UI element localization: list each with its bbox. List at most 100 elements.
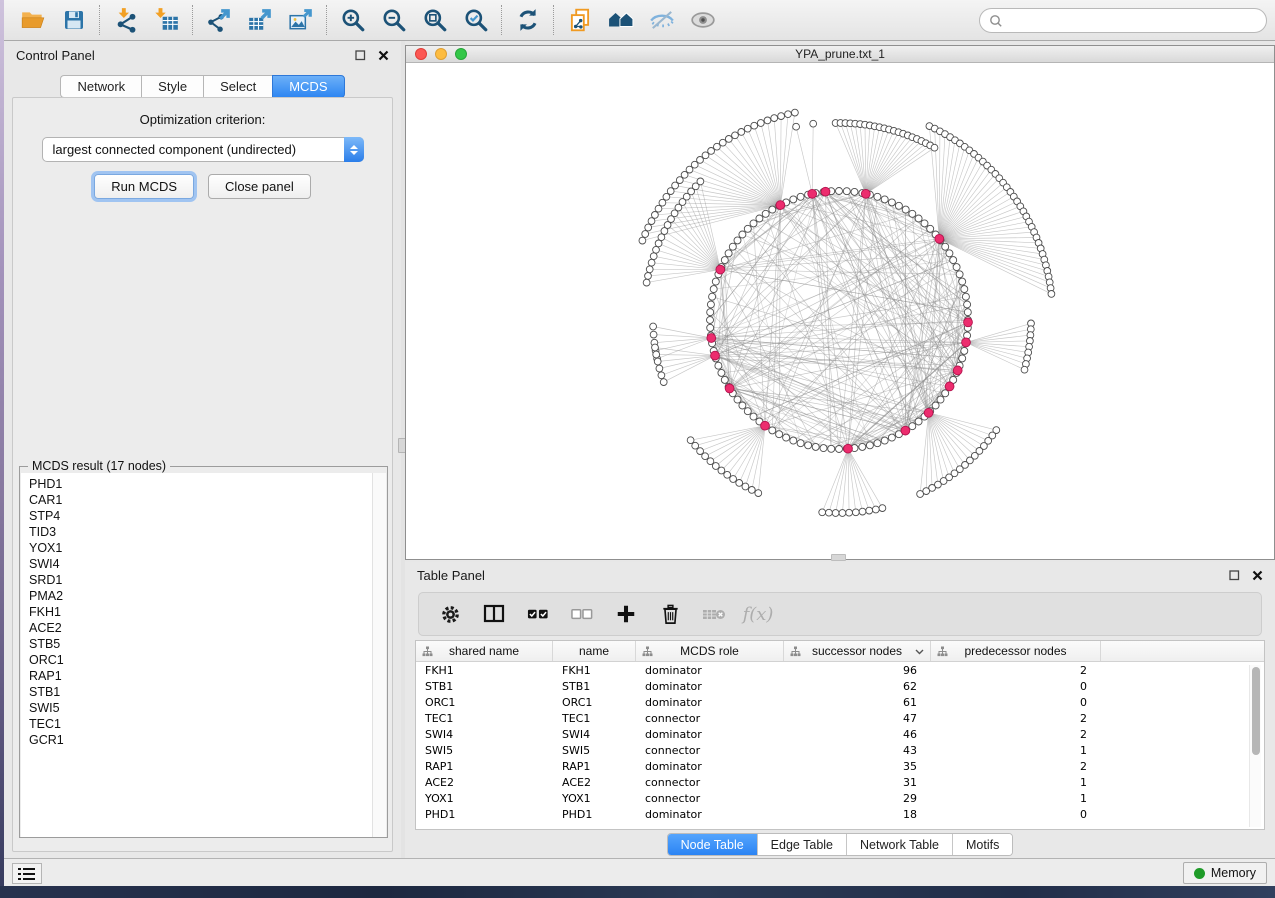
graph-node[interactable] xyxy=(739,231,746,238)
graph-node[interactable] xyxy=(964,301,971,308)
cell-name[interactable]: RAP1 xyxy=(553,760,636,773)
cell-mcds-role[interactable]: dominator xyxy=(636,728,784,741)
graph-leaf-node[interactable] xyxy=(751,122,758,129)
cell-mcds-role[interactable]: dominator xyxy=(636,664,784,677)
save-session-button[interactable] xyxy=(53,2,94,38)
graph-leaf-node[interactable] xyxy=(810,120,817,127)
graph-mcds-hub-node[interactable] xyxy=(861,189,870,198)
graph-node[interactable] xyxy=(942,390,949,397)
cell-predecessor-nodes[interactable]: 2 xyxy=(931,760,1101,773)
result-node-item[interactable]: FKH1 xyxy=(29,604,374,620)
cell-successor-nodes[interactable]: 35 xyxy=(784,760,931,773)
graph-node[interactable] xyxy=(909,423,916,430)
add-column-button[interactable] xyxy=(611,599,641,629)
graph-leaf-node[interactable] xyxy=(652,212,659,219)
graph-node[interactable] xyxy=(725,250,732,257)
graph-node[interactable] xyxy=(744,408,751,415)
graph-mcds-hub-node[interactable] xyxy=(945,382,954,391)
graph-leaf-node[interactable] xyxy=(658,234,665,241)
graph-node[interactable] xyxy=(750,413,757,420)
graph-leaf-node[interactable] xyxy=(839,510,846,517)
tab-style[interactable]: Style xyxy=(141,75,203,98)
graph-leaf-node[interactable] xyxy=(785,111,792,118)
graph-node[interactable] xyxy=(836,446,843,453)
graph-leaf-node[interactable] xyxy=(658,372,665,379)
graph-node[interactable] xyxy=(718,369,725,376)
graph-leaf-node[interactable] xyxy=(654,358,661,365)
table-row[interactable]: FKH1FKH1dominator962 xyxy=(416,662,1264,678)
graph-leaf-node[interactable] xyxy=(872,506,879,513)
cell-mcds-role[interactable]: dominator xyxy=(636,808,784,821)
graph-node[interactable] xyxy=(769,427,776,434)
graph-node[interactable] xyxy=(756,215,763,222)
graph-node[interactable] xyxy=(734,237,741,244)
graph-node[interactable] xyxy=(964,309,971,316)
graph-leaf-node[interactable] xyxy=(707,458,714,465)
result-node-item[interactable]: RAP1 xyxy=(29,668,374,684)
zoom-in-button[interactable] xyxy=(332,2,373,38)
graph-node[interactable] xyxy=(715,362,722,369)
apply-preferred-layout-button[interactable] xyxy=(507,2,548,38)
graph-leaf-node[interactable] xyxy=(793,123,800,130)
graph-node[interactable] xyxy=(805,442,812,449)
result-node-item[interactable]: ACE2 xyxy=(29,620,374,636)
cell-shared-name[interactable]: RAP1 xyxy=(416,760,553,773)
graph-leaf-node[interactable] xyxy=(879,505,886,512)
graph-node[interactable] xyxy=(932,402,939,409)
graph-node[interactable] xyxy=(797,440,804,447)
cell-mcds-role[interactable]: connector xyxy=(636,712,784,725)
graph-node[interactable] xyxy=(927,225,934,232)
cell-successor-nodes[interactable]: 62 xyxy=(784,680,931,693)
search-input[interactable] xyxy=(1009,14,1257,28)
cell-successor-nodes[interactable]: 29 xyxy=(784,792,931,805)
graph-leaf-node[interactable] xyxy=(1048,291,1055,298)
tab-network[interactable]: Network xyxy=(60,75,141,98)
result-node-item[interactable]: STP4 xyxy=(29,508,374,524)
graph-node[interactable] xyxy=(937,396,944,403)
table-row[interactable]: SWI5SWI5connector431 xyxy=(416,742,1264,758)
graph-leaf-node[interactable] xyxy=(648,218,655,225)
graph-leaf-node[interactable] xyxy=(738,129,745,136)
graph-leaf-node[interactable] xyxy=(655,205,662,212)
cell-shared-name[interactable]: PHD1 xyxy=(416,808,553,821)
cell-predecessor-nodes[interactable]: 2 xyxy=(931,712,1101,725)
graph-leaf-node[interactable] xyxy=(697,178,704,185)
cell-successor-nodes[interactable]: 18 xyxy=(784,808,931,821)
cell-shared-name[interactable]: ACE2 xyxy=(416,776,553,789)
graph-leaf-node[interactable] xyxy=(1021,366,1028,373)
graph-node[interactable] xyxy=(812,443,819,450)
mcds-result-list[interactable]: PHD1CAR1STP4TID3YOX1SWI4SRD1PMA2FKH1ACE2… xyxy=(21,473,374,837)
graph-node[interactable] xyxy=(710,286,717,293)
cell-shared-name[interactable]: STB1 xyxy=(416,680,553,693)
result-node-item[interactable]: CAR1 xyxy=(29,492,374,508)
cell-name[interactable]: FKH1 xyxy=(553,664,636,677)
result-node-item[interactable]: PMA2 xyxy=(29,588,374,604)
result-node-item[interactable]: STB5 xyxy=(29,636,374,652)
first-neighbors-button[interactable] xyxy=(600,2,641,38)
cell-predecessor-nodes[interactable]: 0 xyxy=(931,808,1101,821)
cell-mcds-role[interactable]: connector xyxy=(636,792,784,805)
delete-column-button[interactable] xyxy=(655,599,685,629)
graph-node[interactable] xyxy=(959,355,966,362)
graph-node[interactable] xyxy=(874,193,881,200)
graph-node[interactable] xyxy=(950,257,957,264)
graph-node[interactable] xyxy=(729,243,736,250)
graph-node[interactable] xyxy=(783,434,790,441)
graph-leaf-node[interactable] xyxy=(725,136,732,143)
graph-leaf-node[interactable] xyxy=(650,323,657,330)
network-canvas[interactable] xyxy=(406,63,1274,559)
cell-mcds-role[interactable]: dominator xyxy=(636,680,784,693)
graph-node[interactable] xyxy=(744,225,751,232)
hide-selected-button[interactable] xyxy=(641,2,682,38)
column-header-successor-nodes[interactable]: successor nodes xyxy=(784,641,931,661)
graph-leaf-node[interactable] xyxy=(712,463,719,470)
settings-gear-button[interactable] xyxy=(435,599,465,629)
graph-node[interactable] xyxy=(707,301,714,308)
graph-node[interactable] xyxy=(921,220,928,227)
cell-successor-nodes[interactable]: 47 xyxy=(784,712,931,725)
graph-mcds-hub-node[interactable] xyxy=(901,426,910,435)
export-network-button[interactable] xyxy=(198,2,239,38)
graph-leaf-node[interactable] xyxy=(648,259,655,266)
show-all-button[interactable] xyxy=(682,2,723,38)
graph-node[interactable] xyxy=(712,278,719,285)
